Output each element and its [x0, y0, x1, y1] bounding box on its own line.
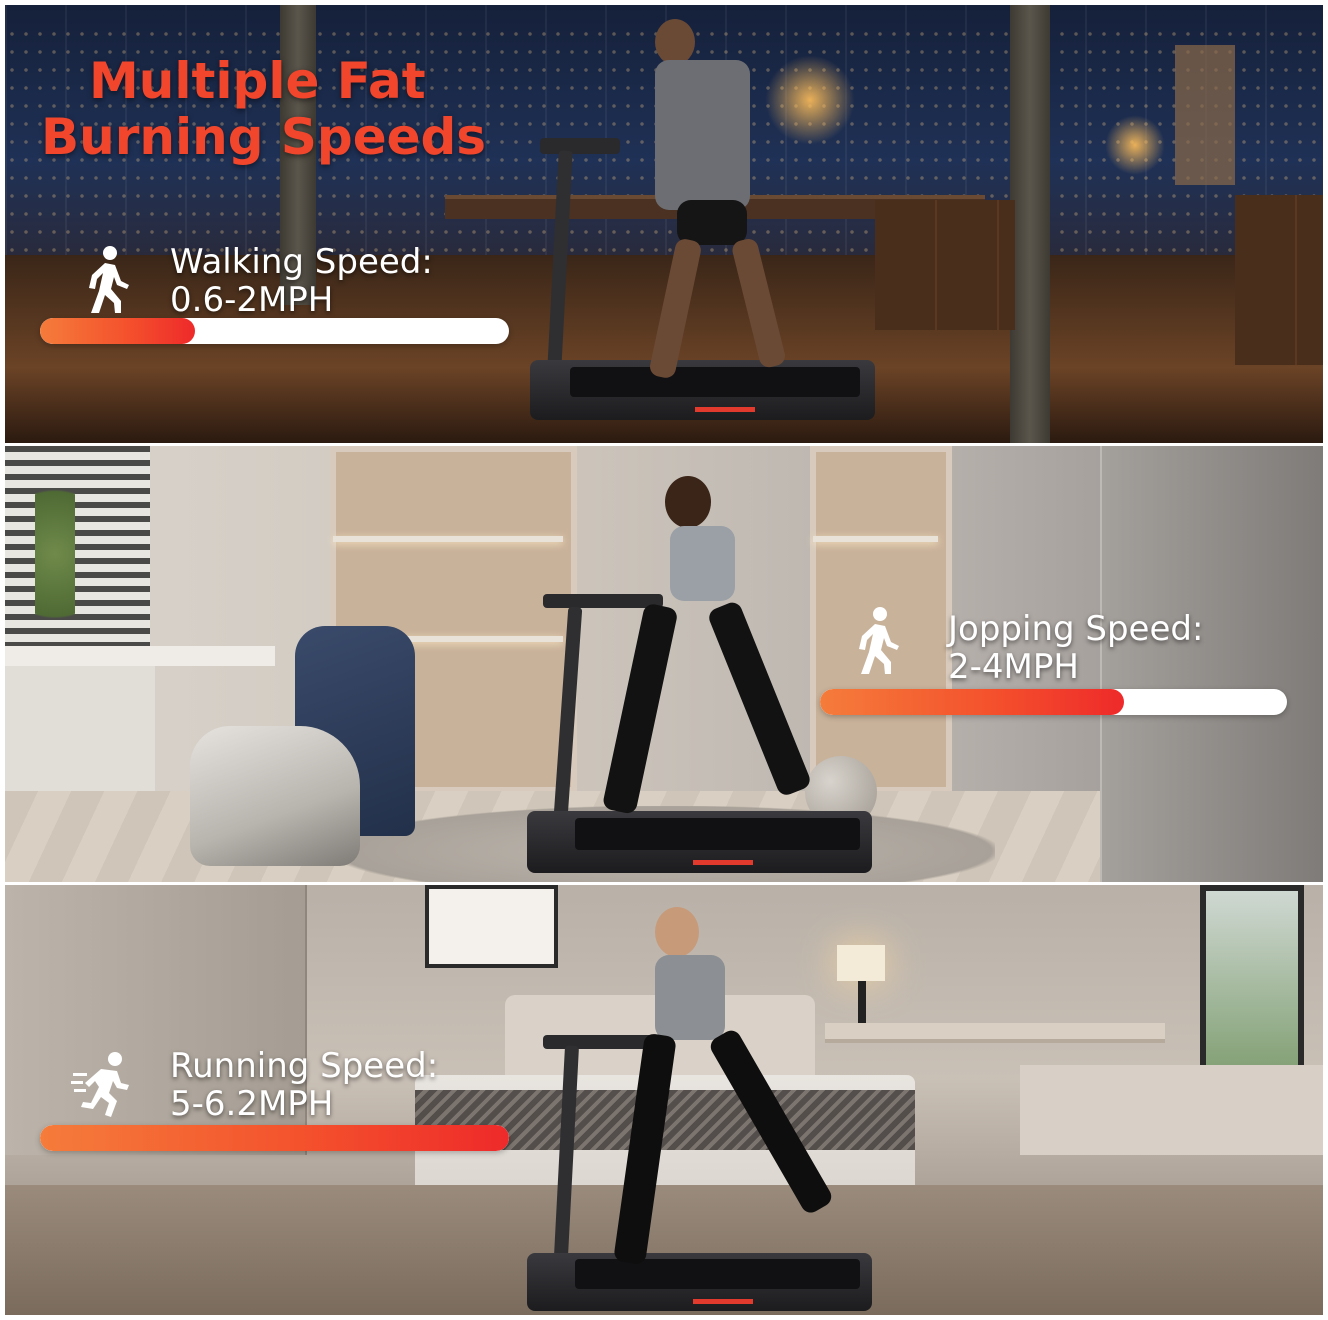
pillar	[1010, 5, 1050, 443]
treadmill-belt	[575, 818, 860, 850]
walking-person-icon	[77, 245, 137, 315]
running-speed-title: Running Speed:	[170, 1046, 439, 1086]
jogging-speed-bar-fill	[820, 689, 1124, 715]
person-head	[655, 19, 695, 65]
walking-speed-label: Walking Speed: 0.6-2MPH	[170, 243, 433, 319]
shelf-board	[333, 536, 563, 542]
jogging-speed-bar	[820, 689, 1287, 715]
jogging-speed-label: Jopping Speed: 2-4MPH	[948, 610, 1203, 686]
chair-seat	[190, 726, 360, 866]
shelf-board	[813, 536, 938, 542]
window-blinds	[5, 446, 150, 666]
treadmill-stripe	[693, 1299, 753, 1304]
treadmill-stripe	[695, 407, 755, 412]
person-shorts	[677, 200, 747, 245]
walking-speed-bar-fill	[40, 318, 195, 344]
treadmill-belt	[575, 1259, 860, 1289]
walking-scene-panel: Multiple Fat Burning Speeds Walking Spee…	[5, 5, 1323, 443]
lamp-shade	[837, 945, 885, 981]
wall-art	[425, 885, 558, 968]
headline: Multiple Fat Burning Speeds	[41, 53, 486, 165]
desk	[825, 1023, 1165, 1043]
window-bench	[1020, 1065, 1323, 1155]
treadmill-stripe	[693, 860, 753, 865]
desk-top	[5, 646, 275, 666]
running-speed-bar-fill	[40, 1125, 509, 1151]
headline-line-1: Multiple Fat	[89, 52, 426, 110]
lamp-glow	[765, 55, 855, 145]
person-head	[665, 476, 711, 528]
lamp-glow	[1105, 115, 1165, 175]
running-person-icon	[71, 1051, 131, 1121]
person-leg	[601, 602, 679, 815]
walking-speed-title: Walking Speed:	[170, 242, 433, 282]
running-scene-panel: Running Speed: 5-6.2MPH	[5, 885, 1323, 1315]
jogging-speed-range: 2-4MPH	[948, 647, 1079, 687]
running-speed-bar	[40, 1125, 509, 1151]
plant	[35, 486, 75, 656]
running-speed-range: 5-6.2MPH	[170, 1084, 334, 1124]
running-speed-label: Running Speed: 5-6.2MPH	[170, 1047, 438, 1123]
cabinet	[1235, 195, 1323, 365]
treadmill-console	[543, 594, 663, 608]
walking-speed-bar	[40, 318, 509, 344]
treadmill-console	[540, 138, 620, 154]
person-leg	[706, 599, 813, 798]
person-torso	[655, 60, 750, 210]
person-top	[670, 526, 735, 601]
walking-speed-range: 0.6-2MPH	[170, 280, 334, 320]
person-top	[655, 955, 725, 1040]
shelf	[1175, 45, 1235, 185]
lamp-base	[858, 981, 866, 1026]
walking-person-icon	[847, 606, 907, 676]
headline-line-2: Burning Speeds	[41, 108, 487, 166]
jogging-speed-title: Jopping Speed:	[948, 609, 1204, 649]
person-head	[655, 907, 699, 957]
jogging-scene-panel: Jopping Speed: 2-4MPH	[5, 446, 1323, 882]
treadmill-belt	[570, 367, 860, 397]
cabinet	[875, 200, 1015, 330]
